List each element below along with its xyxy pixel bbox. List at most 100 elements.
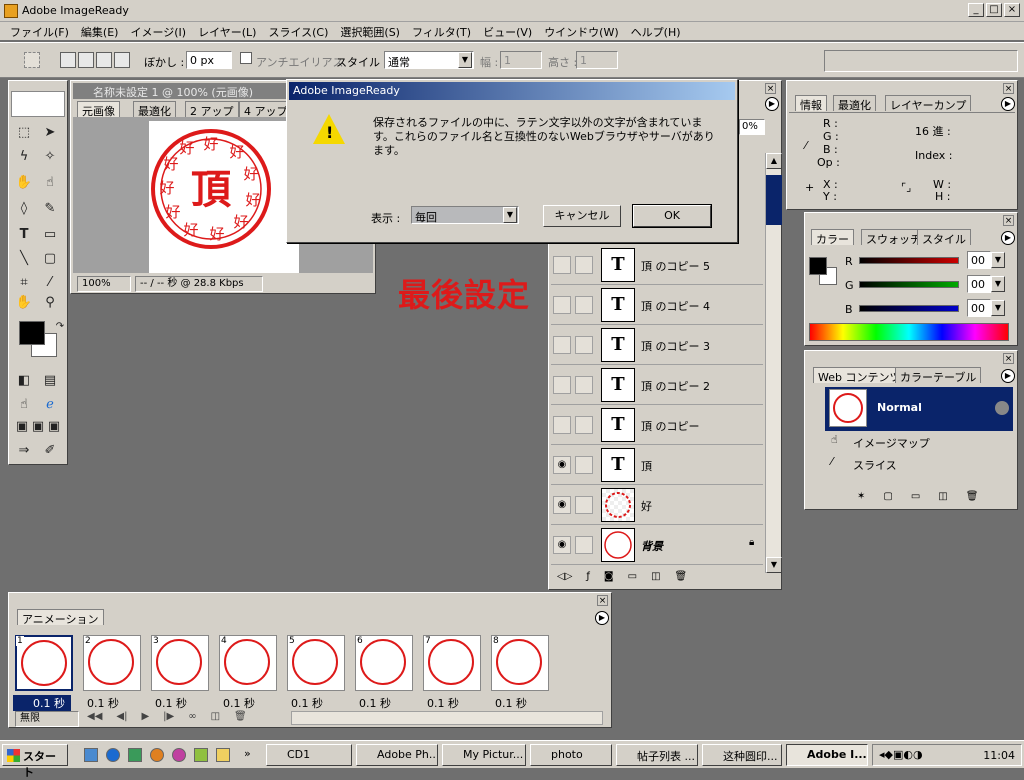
color-menu-icon[interactable]: ▶	[1001, 231, 1015, 245]
layer-mask-icon[interactable]: ◙	[604, 571, 614, 587]
animation-frame[interactable]: 5 0.1 秒	[285, 633, 345, 715]
tab-color[interactable]: カラー	[811, 229, 854, 246]
show-dropdown-icon[interactable]: ▼	[503, 207, 517, 223]
tab-optimized[interactable]: 最適化	[133, 101, 176, 118]
task-stamp-page[interactable]: 这种圆印...	[702, 744, 782, 766]
task-cd1[interactable]: CD1	[266, 744, 352, 766]
image-map-item[interactable]: イメージマップ	[853, 435, 930, 451]
r-dropdown-icon[interactable]: ▼	[991, 252, 1005, 268]
task-imageready[interactable]: Adobe I...	[786, 744, 868, 766]
anim-close-icon[interactable]: ×	[597, 595, 608, 606]
layer-link-toggle[interactable]	[575, 416, 593, 434]
tab-animation[interactable]: アニメーション	[17, 609, 104, 626]
menu-window[interactable]: ウインドウ(W)	[540, 22, 626, 40]
select-slice-icon[interactable]: ▢	[883, 491, 892, 502]
animation-frame[interactable]: 2 0.1 秒	[81, 633, 141, 715]
more-chevron-icon[interactable]: »	[244, 747, 251, 760]
layer-link-toggle[interactable]	[575, 256, 593, 274]
duplicate-frame-icon[interactable]: ◫	[211, 711, 220, 722]
crop-tool-icon[interactable]: ⌗	[13, 273, 35, 293]
frame-delay[interactable]: 0.1 秒	[13, 695, 71, 711]
maximize-button[interactable]: □	[986, 3, 1002, 17]
hand-tool-icon[interactable]: ✋	[13, 293, 35, 313]
opacity-partial[interactable]: 0%	[739, 119, 765, 135]
frame-delay[interactable]: 0.1 秒	[87, 695, 119, 711]
layer-row[interactable]: T 頂 のコピー 4	[551, 285, 763, 325]
rectangle-tool-icon[interactable]: ▭	[39, 225, 61, 245]
r-slider[interactable]	[859, 257, 959, 264]
animation-frame[interactable]: 8 0.1 秒	[489, 633, 549, 715]
zoom-select[interactable]: 100%	[77, 276, 131, 292]
tab-4up[interactable]: 4 アップ	[239, 101, 293, 118]
frame-delay[interactable]: 0.1 秒	[291, 695, 323, 711]
antialias-checkbox[interactable]	[240, 52, 252, 64]
visibility-toggle[interactable]	[553, 336, 571, 354]
layers-scrollbar[interactable]: ▲ ▼	[765, 153, 782, 573]
layer-link-icon[interactable]: ◁▷	[557, 571, 572, 587]
jump-to-photoshop-icon[interactable]: ⇒	[13, 441, 35, 461]
layer-link-toggle[interactable]	[575, 296, 593, 314]
layer-link-toggle[interactable]	[575, 456, 593, 474]
new-rollover-icon[interactable]: ✶	[857, 491, 865, 502]
visibility-toggle[interactable]	[553, 256, 571, 274]
ok-button[interactable]: OK	[632, 204, 712, 228]
feather-input[interactable]: 0 px	[186, 51, 232, 69]
move-tool-icon[interactable]: ➤	[39, 123, 61, 143]
animation-frame[interactable]: 7 0.1 秒	[421, 633, 481, 715]
height-input[interactable]: 1	[576, 51, 618, 69]
visibility-toggle[interactable]	[553, 416, 571, 434]
loop-select[interactable]: 無限	[15, 711, 79, 727]
visibility-toggle[interactable]	[553, 296, 571, 314]
g-value-input[interactable]: 00	[967, 275, 991, 293]
frame-delay[interactable]: 0.1 秒	[223, 695, 255, 711]
frame-delay[interactable]: 0.1 秒	[155, 695, 187, 711]
marquee-tool-icon[interactable]: ⬚	[13, 123, 35, 143]
outlook-icon[interactable]	[128, 748, 142, 762]
r-value-input[interactable]: 00	[967, 251, 991, 269]
tab-original[interactable]: 元画像	[77, 101, 120, 118]
g-dropdown-icon[interactable]: ▼	[991, 276, 1005, 292]
menu-slice[interactable]: スライス(C)	[264, 22, 336, 40]
animation-frame[interactable]: 3 0.1 秒	[149, 633, 209, 715]
layers-menu-icon[interactable]: ▶	[765, 97, 779, 111]
play-icon[interactable]: ▶	[141, 711, 149, 722]
slice-select-tool-icon[interactable]: ☝	[39, 173, 61, 193]
type-tool-icon[interactable]: T	[13, 225, 35, 245]
tab-styles[interactable]: スタイル	[917, 229, 971, 246]
b-slider[interactable]	[859, 305, 959, 312]
layer-link-toggle[interactable]	[575, 536, 593, 554]
eraser-tool-icon[interactable]: ◊	[13, 199, 35, 219]
minimize-button[interactable]: _	[968, 3, 984, 17]
layer-row[interactable]: T 頂 のコピー 3	[551, 325, 763, 365]
tween-icon[interactable]: ∞	[188, 711, 196, 722]
tab-info[interactable]: 情報	[795, 95, 827, 112]
tab-web-content[interactable]: Web コンテンツ	[813, 367, 906, 384]
g-slider[interactable]	[859, 281, 959, 288]
flower-app-icon[interactable]	[172, 748, 186, 762]
web-menu-icon[interactable]: ▶	[1001, 369, 1015, 383]
menu-image[interactable]: イメージ(I)	[126, 22, 194, 40]
new-layer-icon[interactable]: ◫	[651, 571, 660, 587]
new-folder-icon[interactable]: ▭	[911, 491, 920, 502]
toggle-slices-icon[interactable]: ▤	[39, 371, 61, 391]
magic-wand-tool-icon[interactable]: ✧	[39, 147, 61, 167]
menu-filter[interactable]: フィルタ(T)	[408, 22, 479, 40]
eyedropper-tool-icon[interactable]: ⁄	[39, 273, 61, 293]
rollover-preview-icon[interactable]: ☝	[13, 395, 35, 415]
visibility-toggle[interactable]	[553, 376, 571, 394]
frame-delay[interactable]: 0.1 秒	[495, 695, 527, 711]
menu-select[interactable]: 選択範囲(S)	[336, 22, 408, 40]
layer-row[interactable]: ◉ 背景 🔒︎	[551, 525, 763, 565]
delete-frame-icon[interactable]: 🗑︎	[234, 711, 247, 722]
delete-state-icon[interactable]: 🗑︎	[966, 491, 979, 502]
task-photoshop[interactable]: Adobe Ph...	[356, 744, 438, 766]
start-button[interactable]: スタート	[2, 744, 68, 779]
task-my-pictures[interactable]: My Pictur...	[442, 744, 526, 766]
marquee-preset-icon[interactable]	[24, 52, 40, 68]
b-dropdown-icon[interactable]: ▼	[991, 300, 1005, 316]
width-input[interactable]: 1	[500, 51, 542, 69]
color-spectrum-bar[interactable]	[809, 323, 1009, 341]
canvas[interactable]: 頂 好 好 好 好 好 好 好 好 好 好 好	[149, 121, 299, 273]
prev-frame-icon[interactable]: ◀|	[116, 711, 127, 722]
cancel-button[interactable]: キャンセル	[543, 205, 621, 227]
